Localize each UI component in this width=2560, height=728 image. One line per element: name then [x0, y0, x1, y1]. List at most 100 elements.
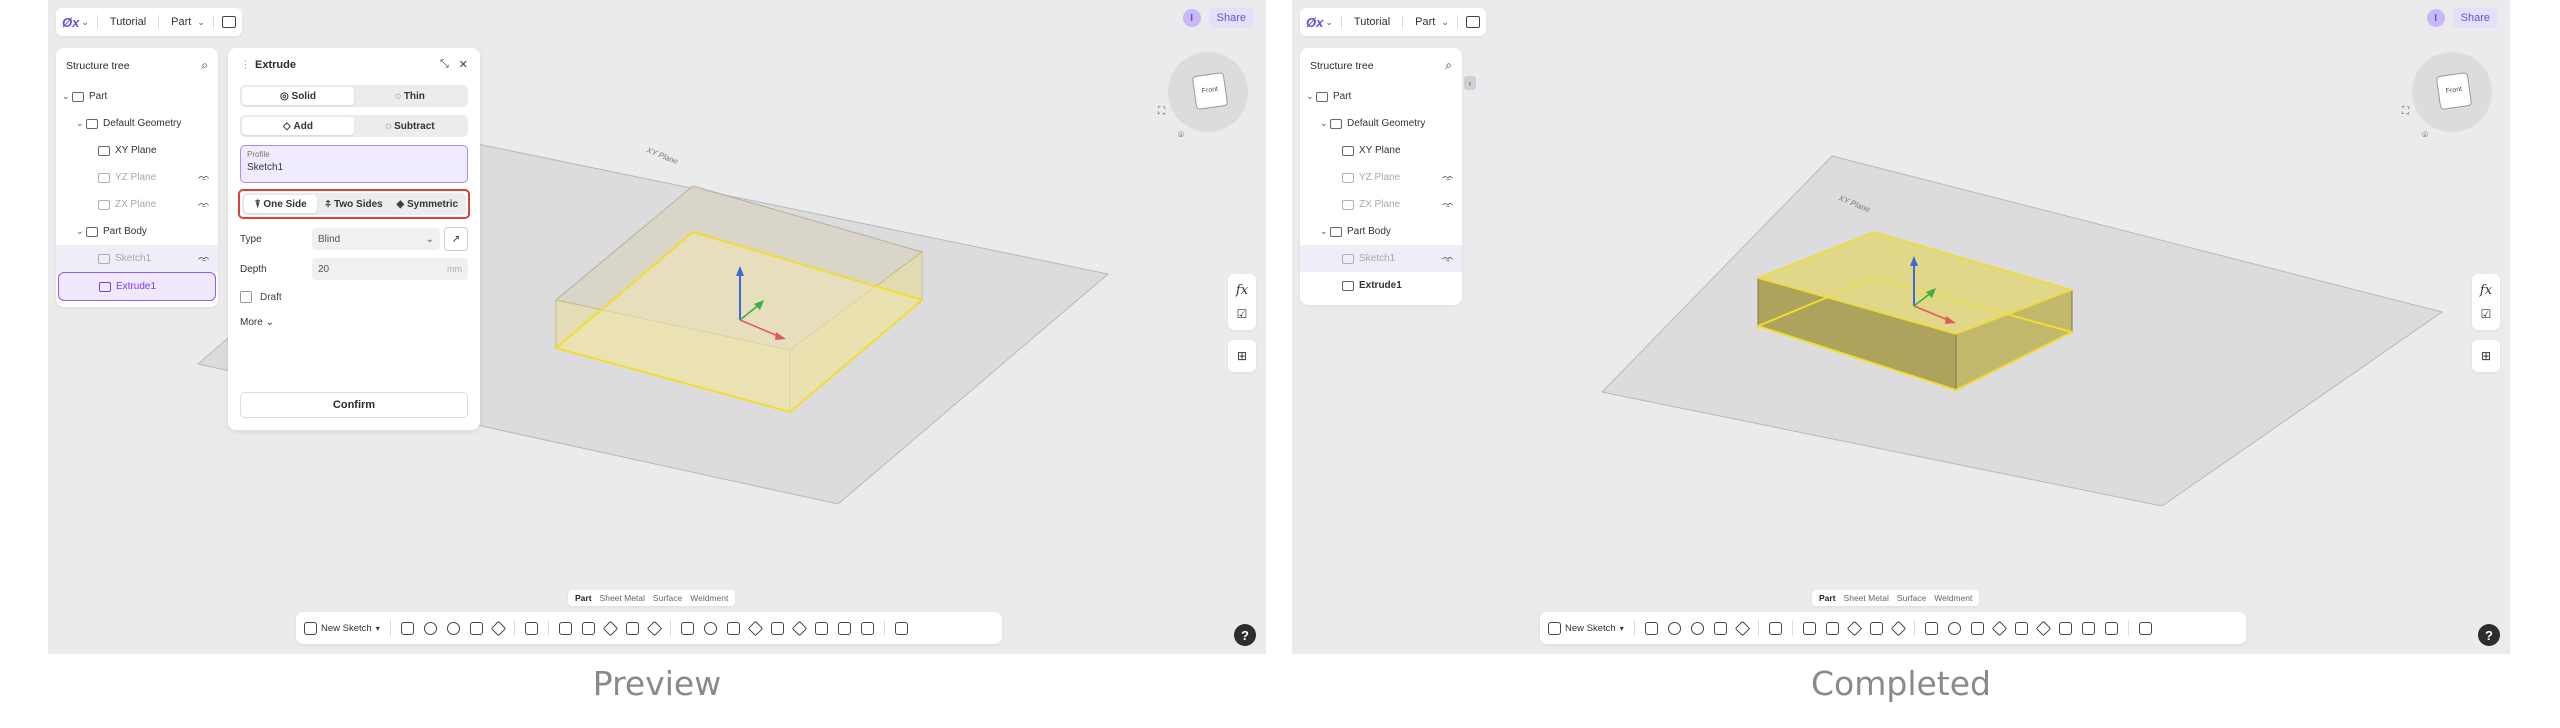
viewport-3d[interactable]: XY Plane [1292, 0, 2510, 654]
hole-icon[interactable] [1768, 621, 1782, 635]
one-side-option[interactable]: ⍒ One Side [244, 195, 318, 213]
tree-item-part-body[interactable]: ⌄ Part Body [1300, 218, 1462, 245]
drag-handle-icon[interactable]: ⋮ [240, 58, 251, 71]
view-cube[interactable]: Front ⛶ ⌾ [1158, 44, 1256, 141]
collapse-tree-icon[interactable]: ‹ [1464, 76, 1476, 90]
combine-icon[interactable] [2035, 620, 2051, 636]
mirror-icon[interactable] [703, 621, 717, 635]
boolean-icon[interactable] [1991, 620, 2007, 636]
tree-item-default-geometry[interactable]: ⌄ Default Geometry [56, 110, 218, 137]
formula-icon[interactable]: fx [2472, 278, 2500, 302]
tree-item-yz-plane[interactable]: YZ Plane ᨎ [1300, 164, 1462, 191]
profile-field[interactable]: Profile Sketch1 [240, 145, 468, 183]
chevron-down-icon[interactable]: ⌄ [76, 118, 86, 129]
two-sides-option[interactable]: ⍏ Two Sides [317, 195, 390, 213]
search-icon[interactable]: ⌕ [1445, 58, 1452, 73]
more-toggle[interactable]: More ⌄ [240, 317, 468, 328]
pattern-icon[interactable] [1924, 621, 1938, 635]
tree-item-extrude1[interactable]: Extrude1 [58, 272, 216, 301]
scale-icon[interactable] [814, 621, 828, 635]
shell-icon[interactable] [602, 620, 618, 636]
view-cube-face[interactable]: Front [2435, 71, 2473, 111]
mirror-icon[interactable] [1947, 621, 1961, 635]
tree-item-part-body[interactable]: ⌄ Part Body [56, 218, 218, 245]
share-button[interactable]: Share [2452, 8, 2498, 28]
share-button[interactable]: Share [1208, 8, 1254, 28]
tab-weldment[interactable]: Weldment [1930, 592, 1976, 604]
chevron-down-icon[interactable]: ⌄ [1441, 17, 1449, 28]
help-button[interactable]: ? [1234, 624, 1256, 646]
flip-direction-icon[interactable]: ↗ [444, 227, 468, 251]
loft-icon[interactable] [1713, 621, 1727, 635]
chamfer-icon[interactable] [581, 621, 595, 635]
tree-item-part[interactable]: ⌄ Part [1300, 83, 1462, 110]
rib-icon[interactable] [490, 620, 506, 636]
tree-item-zx-plane[interactable]: ZX Plane ᨎ [56, 191, 218, 218]
symmetric-option[interactable]: ◈ Symmetric [391, 195, 464, 213]
type-select[interactable]: Blind ⌄ [312, 228, 440, 250]
chevron-down-icon[interactable]: ⌄ [81, 17, 89, 28]
view-cube-face[interactable]: Front [1191, 71, 1229, 111]
loft-icon[interactable] [469, 621, 483, 635]
split-icon[interactable] [770, 621, 784, 635]
new-sketch-button[interactable]: New Sketch ▾ [304, 621, 380, 635]
formula-icon[interactable]: fx [1228, 278, 1256, 302]
add-option[interactable]: ◇ Add [242, 117, 354, 135]
fit-view-icon[interactable]: ⛶ [2402, 106, 2409, 117]
pin-icon[interactable]: ⤡ [440, 58, 449, 71]
help-button[interactable]: ? [2478, 624, 2500, 646]
tree-item-yz-plane[interactable]: YZ Plane ᨎ [56, 164, 218, 191]
search-icon[interactable]: ⌕ [201, 58, 208, 73]
breadcrumb-tutorial[interactable]: Tutorial [110, 16, 146, 28]
tree-item-sketch1[interactable]: Sketch1 ᨎ [1300, 245, 1462, 272]
measure-icon[interactable] [860, 621, 874, 635]
close-icon[interactable]: ✕ [459, 58, 468, 71]
avatar[interactable]: I [1182, 9, 1201, 27]
measure-icon[interactable] [2104, 621, 2118, 635]
revolve-icon[interactable] [1667, 621, 1681, 635]
pattern-icon[interactable] [680, 621, 694, 635]
display-mode-icon[interactable]: ⌾ [1178, 130, 1184, 141]
variables-icon[interactable]: ⊞ [2472, 344, 2500, 368]
display-mode-icon[interactable]: ⌾ [2422, 130, 2428, 141]
delete-body-icon[interactable] [2081, 621, 2095, 635]
checklist-icon[interactable]: ☑ [1228, 302, 1256, 326]
more-tools-icon[interactable] [894, 621, 908, 635]
combine-icon[interactable] [791, 620, 807, 636]
fit-view-icon[interactable]: ⛶ [1158, 106, 1165, 117]
chevron-down-icon[interactable]: ⌄ [62, 91, 72, 102]
chevron-down-icon[interactable]: ⌄ [1325, 17, 1333, 28]
checklist-icon[interactable]: ☑ [2472, 302, 2500, 326]
new-sketch-button[interactable]: New Sketch ▾ [1548, 621, 1624, 635]
thicken-icon[interactable] [646, 620, 662, 636]
scale-icon[interactable] [2058, 621, 2072, 635]
breadcrumb-part[interactable]: Part [1415, 16, 1435, 28]
fillet-icon[interactable] [558, 621, 572, 635]
breadcrumb-tutorial[interactable]: Tutorial [1354, 16, 1390, 28]
fillet-icon[interactable] [1802, 621, 1816, 635]
app-logo[interactable]: Øx [62, 15, 79, 30]
tab-surface[interactable]: Surface [1893, 592, 1930, 604]
hole-icon[interactable] [524, 621, 538, 635]
app-logo[interactable]: Øx [1306, 15, 1323, 30]
tab-part[interactable]: Part [571, 592, 596, 604]
sweep-icon[interactable] [446, 621, 460, 635]
draft-icon[interactable] [625, 621, 639, 635]
tab-sheet-metal[interactable]: Sheet Metal [596, 592, 649, 604]
chevron-down-icon[interactable]: ⌄ [76, 226, 86, 237]
delete-body-icon[interactable] [837, 621, 851, 635]
shell-icon[interactable] [1846, 620, 1862, 636]
tree-item-part[interactable]: ⌄ Part [56, 83, 218, 110]
chamfer-icon[interactable] [1825, 621, 1839, 635]
thicken-icon[interactable] [1890, 620, 1906, 636]
chevron-down-icon[interactable]: ⌄ [1320, 226, 1330, 237]
depth-input[interactable]: 20 mm [312, 258, 468, 280]
tab-part[interactable]: Part [1815, 592, 1840, 604]
eye-hidden-icon[interactable]: ᨎ [1442, 199, 1454, 210]
tree-item-extrude1[interactable]: Extrude1 [1300, 272, 1462, 299]
eye-hidden-icon[interactable]: ᨎ [198, 172, 210, 183]
tree-item-sketch1[interactable]: Sketch1 ᨎ [56, 245, 218, 272]
draft-checkbox[interactable]: Draft [240, 291, 468, 303]
more-tools-icon[interactable] [2138, 621, 2152, 635]
sidebar-toggle-icon[interactable] [221, 16, 236, 28]
